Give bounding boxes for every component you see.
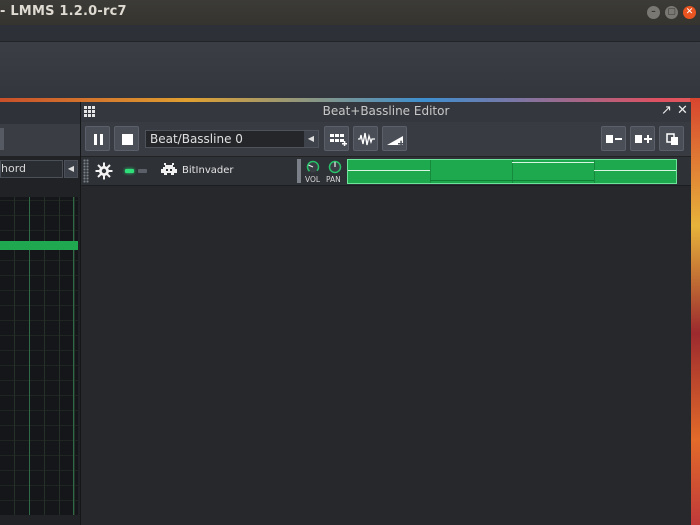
chord-select[interactable]: hord ◀ bbox=[0, 160, 78, 178]
pattern-step-line bbox=[512, 162, 594, 163]
bb-pattern-clip[interactable] bbox=[347, 159, 677, 184]
bb-pattern-select[interactable]: Beat/Bassline 0 ◀ bbox=[145, 130, 319, 148]
volume-label: VOL bbox=[305, 175, 321, 184]
minimize-button[interactable]: – bbox=[647, 6, 660, 19]
bb-pattern-select-value: Beat/Bassline 0 bbox=[150, 132, 243, 146]
bb-editor-title: Beat+Bassline Editor bbox=[322, 104, 450, 118]
close-button[interactable]: ✕ bbox=[683, 6, 696, 19]
stop-button[interactable] bbox=[114, 126, 139, 151]
pattern-step-line bbox=[348, 170, 430, 171]
instrument-name: BitInvader bbox=[182, 165, 234, 176]
bb-editor-titlebar: Beat+Bassline Editor ↗ ✕ bbox=[81, 102, 691, 122]
track-separator bbox=[297, 159, 301, 183]
pan-label: PAN bbox=[326, 175, 341, 184]
pause-button[interactable] bbox=[85, 126, 110, 151]
chord-select-value: hord bbox=[1, 162, 27, 175]
maximize-button[interactable]: ▢ bbox=[665, 6, 678, 19]
clone-pattern-icon bbox=[666, 133, 678, 145]
chord-select-arrow[interactable]: ◀ bbox=[64, 160, 78, 178]
bb-pattern-select-arrow[interactable]: ◀ bbox=[304, 131, 318, 147]
bb-track-row[interactable]: BitInvader VOL PAN bbox=[81, 157, 691, 186]
instrument-button[interactable]: BitInvader bbox=[158, 160, 296, 182]
clone-pattern-button[interactable] bbox=[659, 126, 684, 151]
add-steps-button[interactable] bbox=[324, 126, 349, 151]
add-sample-track-icon bbox=[358, 132, 375, 146]
remove-steps-icon bbox=[606, 135, 622, 143]
pattern-step-line bbox=[594, 170, 676, 171]
volume-knob[interactable] bbox=[306, 160, 320, 174]
bb-close-icon[interactable]: ✕ bbox=[677, 103, 688, 118]
pan-knob[interactable] bbox=[328, 160, 342, 174]
bb-editor-window: Beat+Bassline Editor ↗ ✕ Beat/Bassline 0… bbox=[80, 102, 691, 525]
bb-editor-track-area[interactable] bbox=[81, 186, 691, 525]
remove-steps-button[interactable] bbox=[601, 126, 626, 151]
track-drag-handle[interactable] bbox=[83, 159, 89, 183]
add-automation-icon bbox=[387, 136, 404, 147]
stop-icon bbox=[122, 134, 133, 145]
piano-roll-note[interactable] bbox=[0, 241, 78, 250]
add-sample-track-button[interactable] bbox=[353, 126, 378, 151]
bitinvader-icon bbox=[161, 163, 177, 175]
piano-roll-grid[interactable] bbox=[0, 197, 78, 515]
menu-bar bbox=[0, 25, 700, 42]
main-toolbar bbox=[0, 42, 700, 98]
add-steps-right-icon bbox=[635, 135, 652, 143]
piano-roll-titlebar bbox=[0, 102, 80, 124]
gear-icon[interactable] bbox=[95, 162, 113, 180]
restore-icon[interactable]: ↗ bbox=[661, 103, 672, 118]
piano-roll-toolbar bbox=[0, 124, 80, 156]
solo-led[interactable] bbox=[138, 169, 147, 173]
add-steps-right-button[interactable] bbox=[630, 126, 655, 151]
pattern-step-line bbox=[430, 180, 594, 181]
add-automation-button[interactable] bbox=[382, 126, 407, 151]
app-title: - LMMS 1.2.0-rc7 bbox=[0, 4, 127, 19]
wallpaper-strip bbox=[690, 98, 700, 525]
add-steps-icon bbox=[330, 134, 347, 146]
mute-led[interactable] bbox=[125, 169, 134, 173]
bb-editor-toolbar: Beat/Bassline 0 ◀ bbox=[81, 122, 691, 157]
app-title-bar: - LMMS 1.2.0-rc7 – ▢ ✕ bbox=[0, 0, 700, 25]
pause-icon bbox=[94, 134, 103, 145]
